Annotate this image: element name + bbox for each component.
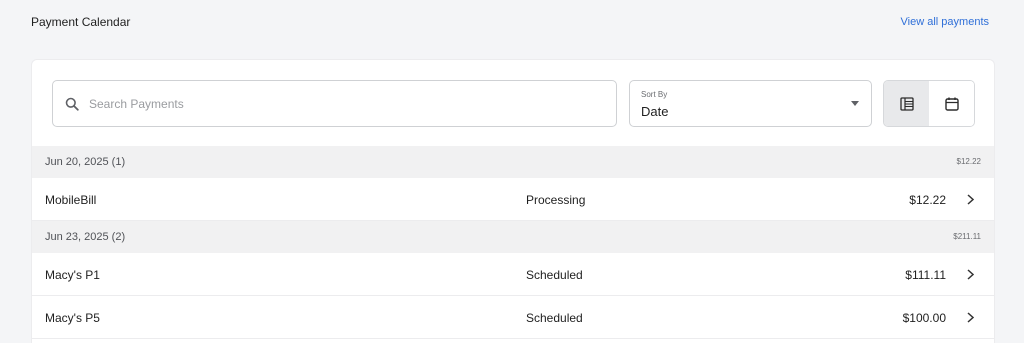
view-toggle [883,80,975,127]
payment-row[interactable]: Macy's P5 Scheduled $100.00 [32,296,994,339]
group-date: Jun 20, 2025 (1) [45,156,126,168]
group-date: Jun 23, 2025 (2) [45,231,126,243]
chevron-down-icon [851,101,859,106]
search-box[interactable] [52,80,617,127]
payment-amount: $100.00 [902,311,946,325]
payment-row[interactable]: MobileBill Processing $12.22 [32,178,994,221]
payment-calendar-page: Payment Calendar View all payments Sort … [0,0,1024,343]
search-input[interactable] [89,96,569,111]
payment-name: Macy's P1 [45,268,100,282]
payment-status: Scheduled [526,311,583,325]
sort-by-value: Date [641,104,669,119]
sort-by-select[interactable]: Sort By Date [629,80,872,127]
top-bar: Payment Calendar View all payments [0,0,1024,46]
chevron-right-icon [967,194,974,205]
chevron-right-icon [967,269,974,280]
payment-name: MobileBill [45,193,97,207]
search-icon [65,97,79,111]
view-all-payments-link[interactable]: View all payments [901,16,989,28]
payment-name: Macy's P5 [45,311,100,325]
payment-status: Processing [526,193,586,207]
date-group-header: Jun 20, 2025 (1) $12.22 [32,146,994,178]
calendar-icon [944,97,959,111]
payment-amount: $111.11 [905,268,946,282]
payment-amount: $12.22 [909,193,946,207]
payments-list: Jun 20, 2025 (1) $12.22 MobileBill Proce… [32,146,994,339]
payment-row[interactable]: Macy's P1 Scheduled $111.11 [32,253,994,296]
date-group-header: Jun 23, 2025 (2) $211.11 [32,221,994,253]
page-title: Payment Calendar [31,15,131,29]
list-view-button[interactable] [884,81,929,126]
sort-by-caption: Sort By [641,90,668,99]
group-total: $12.22 [956,157,981,166]
list-view-icon [899,96,914,111]
group-total: $211.11 [953,232,981,241]
chevron-right-icon [967,312,974,323]
payment-status: Scheduled [526,268,583,282]
calendar-view-button[interactable] [929,81,974,126]
payments-card: Sort By Date [31,59,995,343]
